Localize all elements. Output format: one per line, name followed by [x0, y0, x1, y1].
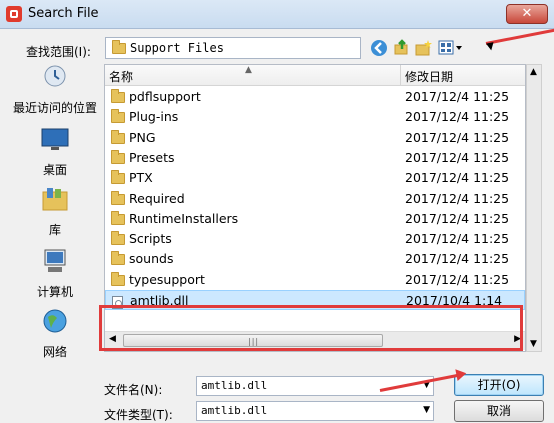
- folder-icon: [111, 89, 125, 103]
- list-item[interactable]: PNG 2017/12/4 11:25: [105, 128, 525, 148]
- folder-icon: [111, 210, 125, 225]
- sort-ascending-icon: ▲: [245, 65, 252, 75]
- scroll-down-icon[interactable]: ▼: [530, 339, 537, 349]
- place-libraries[interactable]: 库: [10, 186, 100, 238]
- place-label: 库: [48, 223, 61, 237]
- filename-value: amtlib.dll: [201, 379, 268, 392]
- file-name: Scripts: [129, 231, 172, 247]
- filetype-value: amtlib.dll: [201, 404, 268, 417]
- place-label: 最近访问的位置: [12, 101, 97, 115]
- file-date: 2017/12/4 11:25: [405, 190, 510, 206]
- filetype-select[interactable]: amtlib.dll ▼: [196, 401, 434, 421]
- file-name: Plug-ins: [129, 109, 179, 125]
- place-desktop[interactable]: 桌面: [10, 126, 100, 178]
- list-item[interactable]: pdflsupport 2017/12/4 11:25: [105, 87, 525, 107]
- dialog-body: 查找范围(I): Support Files ▼ 最近访问的位置 桌面 库 计算…: [0, 26, 554, 423]
- open-button[interactable]: 打开(O): [454, 374, 544, 396]
- title-bar: Search File ✕: [0, 0, 554, 29]
- list-item[interactable]: sounds 2017/12/4 11:25: [105, 249, 525, 269]
- app-icon: [6, 6, 22, 22]
- view-menu-icon[interactable]: [438, 39, 464, 57]
- file-date: 2017/12/4 11:25: [405, 271, 510, 287]
- file-date: 2017/12/4 11:25: [405, 89, 510, 104]
- file-date: 2017/12/4 11:25: [405, 251, 510, 267]
- file-date: 2017/12/4 11:25: [405, 231, 510, 247]
- file-name: PTX: [129, 170, 153, 186]
- place-network[interactable]: 网络: [10, 308, 100, 360]
- desktop-icon: [41, 128, 69, 150]
- file-name: Presets: [129, 149, 175, 165]
- list-item[interactable]: Plug-ins 2017/12/4 11:25: [105, 107, 525, 127]
- folder-icon: [111, 251, 125, 266]
- recent-places-icon: [44, 65, 66, 87]
- list-item[interactable]: Presets 2017/12/4 11:25: [105, 148, 525, 168]
- column-name-header[interactable]: 名称: [109, 68, 133, 85]
- folder-icon: [111, 271, 125, 286]
- place-computer[interactable]: 计算机: [10, 248, 100, 300]
- list-item[interactable]: Scripts 2017/12/4 11:25: [105, 229, 525, 249]
- file-name: PNG: [129, 129, 156, 145]
- window-title: Search File: [28, 6, 99, 21]
- new-folder-icon[interactable]: [415, 39, 433, 57]
- column-date-header[interactable]: 修改日期: [405, 68, 453, 85]
- vertical-scrollbar[interactable]: ▲ ▼: [526, 64, 542, 352]
- lookin-value: Support Files: [130, 41, 224, 55]
- folder-icon: [112, 40, 126, 54]
- computer-icon: [44, 249, 66, 272]
- filename-label: 文件名(N):: [104, 383, 163, 397]
- folder-icon: [111, 190, 125, 205]
- file-date: 2017/12/4 11:25: [405, 210, 510, 226]
- network-icon: [43, 309, 67, 333]
- file-name: sounds: [129, 251, 174, 267]
- folder-icon: [111, 231, 125, 246]
- list-item[interactable]: typesupport 2017/12/4 11:25: [105, 270, 525, 290]
- folder-icon: [111, 170, 125, 185]
- place-label: 桌面: [42, 163, 67, 177]
- chevron-down-icon[interactable]: ▼: [423, 405, 430, 415]
- folder-icon: [111, 109, 125, 124]
- file-date: 2017/12/4 11:25: [405, 149, 510, 165]
- chevron-down-icon[interactable]: ▼: [485, 26, 554, 53]
- file-name: RuntimeInstallers: [129, 210, 239, 226]
- place-label: 网络: [42, 345, 67, 359]
- filetype-label: 文件类型(T):: [104, 408, 173, 422]
- lookin-combobox[interactable]: Support Files ▼: [105, 26, 554, 59]
- scroll-up-icon[interactable]: ▲: [530, 67, 537, 77]
- cancel-button[interactable]: 取消: [454, 400, 544, 422]
- list-item[interactable]: Required 2017/12/4 11:25: [105, 189, 525, 209]
- back-icon[interactable]: [370, 39, 388, 57]
- file-date: 2017/12/4 11:25: [405, 170, 510, 186]
- place-recent[interactable]: 最近访问的位置: [10, 64, 100, 116]
- up-folder-icon[interactable]: [393, 39, 411, 57]
- close-button[interactable]: ✕: [506, 4, 548, 24]
- list-item[interactable]: PTX 2017/12/4 11:25: [105, 168, 525, 188]
- file-date: 2017/12/4 11:25: [405, 109, 510, 125]
- libraries-icon: [42, 188, 68, 211]
- folder-icon: [111, 149, 125, 164]
- file-date: 2017/12/4 11:25: [405, 129, 510, 145]
- column-separator[interactable]: [400, 65, 401, 85]
- file-name: Required: [129, 190, 185, 206]
- annotation-highlight-box: [99, 305, 523, 351]
- lookin-label: 查找范围(I):: [26, 45, 91, 59]
- list-header: 名称 ▲ 修改日期: [105, 65, 525, 86]
- folder-icon: [111, 129, 125, 144]
- file-name: typesupport: [129, 271, 205, 287]
- place-label: 计算机: [36, 285, 73, 299]
- list-item[interactable]: RuntimeInstallers 2017/12/4 11:25: [105, 209, 525, 229]
- file-name: pdflsupport: [129, 89, 201, 104]
